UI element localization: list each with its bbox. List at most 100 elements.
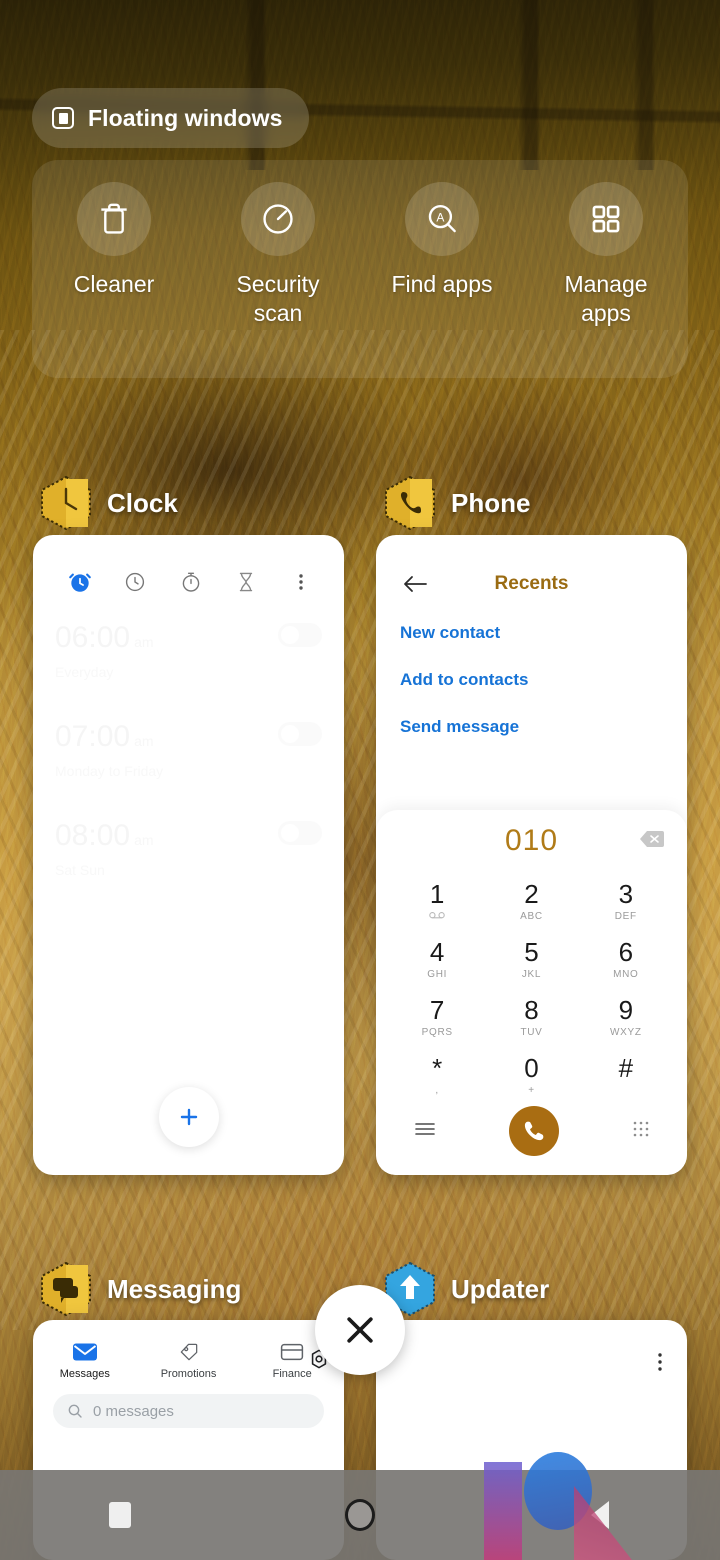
- key-letters: DEF: [614, 910, 637, 922]
- app-header-clock: Clock: [38, 475, 178, 531]
- dial-key-8[interactable]: 8 TUV: [484, 990, 578, 1044]
- clock-app-icon[interactable]: [38, 475, 94, 531]
- backspace-icon[interactable]: [639, 830, 665, 848]
- sidebar-item-stopwatch-tab[interactable]: [174, 570, 208, 594]
- dial-key-star[interactable]: * ,: [390, 1048, 484, 1102]
- label-line-1: Manage: [564, 271, 648, 297]
- send-message-link[interactable]: Send message: [376, 717, 687, 737]
- quick-action-security-scan[interactable]: Security scan: [203, 182, 353, 328]
- app-header-messaging: Messaging: [38, 1261, 241, 1317]
- app-header-updater: Updater: [382, 1261, 549, 1317]
- home-button[interactable]: [300, 1499, 420, 1531]
- add-to-contacts-link[interactable]: Add to contacts: [376, 670, 687, 690]
- floating-window-icon: [52, 107, 74, 129]
- clock-app-card[interactable]: 06:00 am Everyday 07:00 am Monday to Frida…: [33, 535, 344, 1175]
- key-letters: JKL: [521, 968, 542, 980]
- floating-windows-pill[interactable]: Floating windows: [32, 88, 309, 148]
- key-digit: 4: [429, 936, 445, 967]
- trash-icon: [77, 182, 151, 256]
- tab-promotions[interactable]: Promotions: [137, 1342, 241, 1380]
- quick-action-manage-apps[interactable]: Manage apps: [531, 182, 681, 328]
- keypad-dots-icon[interactable]: [631, 1119, 651, 1144]
- key-letters: +: [528, 1084, 535, 1096]
- clock-icon: [126, 572, 145, 592]
- backspace-glyph: [640, 831, 664, 847]
- clock-tab-bar: [33, 535, 344, 595]
- alarm-time: 06:00 am: [55, 623, 154, 657]
- more-vertical-icon: [299, 574, 303, 590]
- sidebar-item-world-clock-tab[interactable]: [118, 570, 152, 594]
- alarm-time-value: 08:00: [55, 819, 131, 852]
- navigation-bar: [0, 1452, 720, 1560]
- quick-action-label: Manage apps: [564, 270, 647, 328]
- alarm-meridiem: am: [134, 733, 154, 749]
- list-item[interactable]: 07:00 am Monday to Friday: [55, 722, 322, 779]
- close-icon: [347, 1317, 373, 1343]
- card-icon: [281, 1343, 304, 1361]
- messaging-app-icon[interactable]: [38, 1261, 94, 1317]
- sidebar-item-timer-tab[interactable]: [229, 570, 263, 594]
- dial-key-1[interactable]: 1: [390, 874, 484, 928]
- dial-key-2[interactable]: 2 ABC: [484, 874, 578, 928]
- alarm-toggle[interactable]: [278, 722, 322, 746]
- key-letters: GHI: [427, 968, 448, 980]
- key-letters: PQRS: [421, 1026, 453, 1038]
- recents-button[interactable]: [60, 1502, 180, 1528]
- label-line-1: Security: [236, 271, 320, 297]
- dial-key-7[interactable]: 7 PQRS: [390, 990, 484, 1044]
- search-icon: [68, 1404, 82, 1418]
- alarm-toggle[interactable]: [278, 821, 322, 845]
- clock-overflow-menu[interactable]: [284, 570, 318, 594]
- dial-key-6[interactable]: 6 MNO: [579, 932, 673, 986]
- key-digit: 8: [524, 994, 539, 1025]
- key-digit: 1: [429, 878, 445, 909]
- alarm-toggle[interactable]: [278, 623, 322, 647]
- phone-app-icon[interactable]: [382, 475, 438, 531]
- tab-messages[interactable]: Messages: [33, 1342, 137, 1380]
- dial-key-4[interactable]: 4 GHI: [390, 932, 484, 986]
- grid-apps-icon: [569, 182, 643, 256]
- key-digit: 2: [524, 878, 539, 909]
- menu-lines-icon[interactable]: [412, 1120, 438, 1143]
- hourglass-icon: [239, 572, 252, 592]
- app-name-label: Phone: [451, 487, 531, 518]
- quick-action-label: Cleaner: [73, 271, 155, 297]
- add-alarm-button[interactable]: [158, 1087, 219, 1147]
- updater-overflow-menu[interactable]: [651, 1350, 669, 1379]
- key-digit: 0: [524, 1052, 539, 1083]
- call-button[interactable]: [509, 1106, 560, 1156]
- new-contact-link[interactable]: New contact: [376, 623, 687, 643]
- back-button[interactable]: [540, 1501, 660, 1529]
- dial-key-3[interactable]: 3 DEF: [579, 874, 673, 928]
- dial-key-hash[interactable]: #: [579, 1048, 673, 1102]
- alarm-list: 06:00 am Everyday 07:00 am Monday to Frida…: [33, 595, 344, 878]
- dialpad-panel: 010 1 2 ABC 3 DEF 4 GHI 5 JKL 6 MNO 7 PQ…: [376, 810, 687, 1175]
- dial-key-9[interactable]: 9 WXYZ: [579, 990, 673, 1044]
- quick-action-find-apps[interactable]: A Find apps: [367, 182, 517, 299]
- quick-action-label: Find apps: [391, 271, 493, 297]
- floating-windows-label: Floating windows: [88, 104, 283, 131]
- svg-text:A: A: [436, 211, 444, 225]
- dial-key-0[interactable]: 0 +: [484, 1048, 578, 1102]
- search-input[interactable]: 0 messages: [53, 1394, 324, 1428]
- tab-label: Messages: [59, 1368, 110, 1380]
- quick-action-cleaner[interactable]: Cleaner: [39, 182, 189, 299]
- phone-app-card[interactable]: Recents New contact Add to contacts Send…: [376, 535, 687, 1175]
- quick-action-label: Security scan: [236, 270, 319, 328]
- dial-key-5[interactable]: 5 JKL: [484, 932, 578, 986]
- alarm-time: 07:00 am: [55, 722, 163, 756]
- list-item[interactable]: 06:00 am Everyday: [55, 623, 322, 680]
- close-all-button[interactable]: [315, 1285, 405, 1375]
- back-button[interactable]: [402, 573, 428, 600]
- tab-label: Finance: [272, 1368, 312, 1380]
- label-line-2: apps: [581, 300, 631, 326]
- sidebar-item-alarm-tab[interactable]: [63, 569, 97, 595]
- phone-handset-icon: [525, 1121, 544, 1141]
- more-vertical-icon: [658, 1353, 662, 1371]
- list-item[interactable]: 08:00 am Sat Sun: [55, 821, 322, 878]
- key-digit: #: [618, 1052, 634, 1083]
- key-letters: ,: [435, 1084, 439, 1096]
- envelope-icon: [72, 1343, 97, 1361]
- key-digit: 9: [618, 994, 634, 1025]
- alarm-days: Monday to Friday: [55, 763, 164, 779]
